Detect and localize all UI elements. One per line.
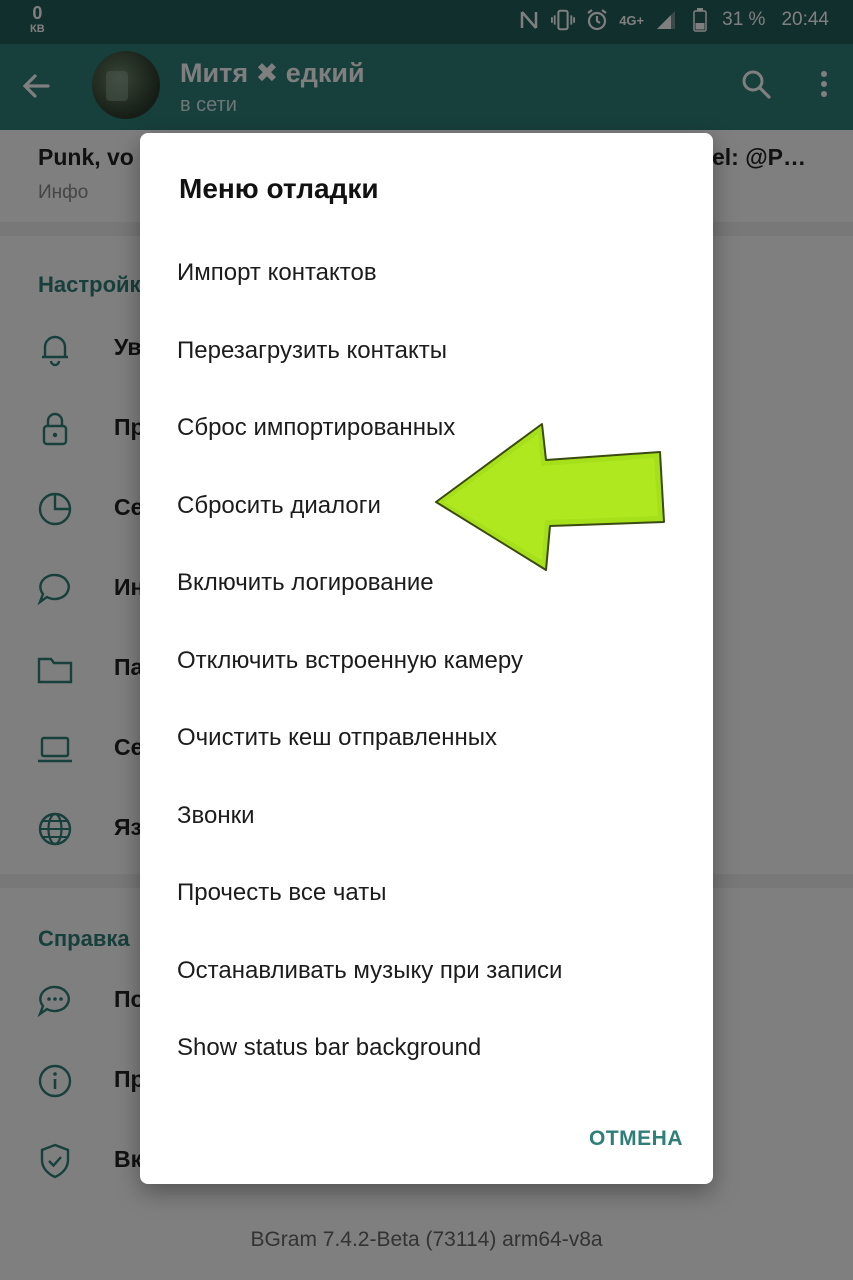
debug-menu-dialog: Меню отладки Импорт контактов Перезагруз… xyxy=(140,133,713,1184)
menu-item-disable-camera[interactable]: Отключить встроенную камеру xyxy=(140,622,713,700)
menu-item-read-all-chats[interactable]: Прочесть все чаты xyxy=(140,854,713,932)
menu-item-calls[interactable]: Звонки xyxy=(140,777,713,855)
menu-item-stop-music[interactable]: Останавливать музыку при записи xyxy=(140,932,713,1010)
cancel-button[interactable]: ОТМЕНА xyxy=(589,1127,683,1151)
menu-item-clear-sent-cache[interactable]: Очистить кеш отправленных xyxy=(140,699,713,777)
pointer-arrow-icon xyxy=(435,423,665,571)
menu-item-status-bar-bg[interactable]: Show status bar background xyxy=(140,1009,713,1087)
menu-item-reload-contacts[interactable]: Перезагрузить контакты xyxy=(140,312,713,390)
dialog-title: Меню отладки xyxy=(179,173,379,204)
menu-item-import-contacts[interactable]: Импорт контактов xyxy=(140,234,713,312)
